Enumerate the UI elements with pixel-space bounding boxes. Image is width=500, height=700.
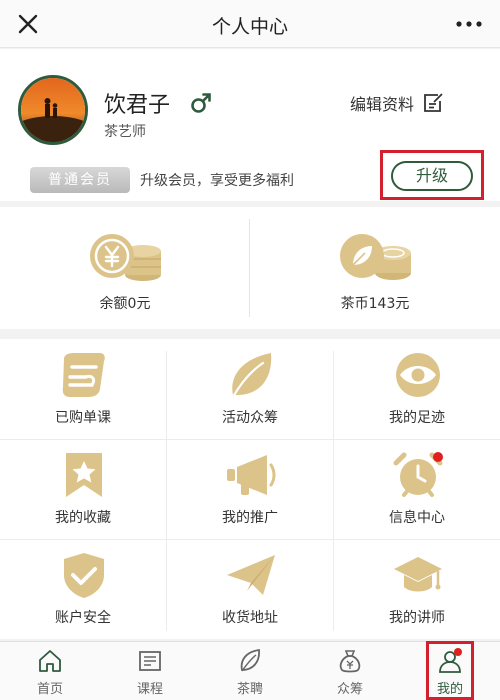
tab-label: 茶聘 xyxy=(236,682,263,697)
user-role: 茶艺师 xyxy=(104,124,146,140)
alarm-clock-icon xyxy=(393,452,443,497)
grid-item-label: 活动众筹 xyxy=(222,410,278,426)
grid-item-promotion[interactable]: 我的推广 xyxy=(167,439,333,539)
tea-coin-item[interactable]: 茶币143元 xyxy=(250,207,500,329)
edit-profile-label: 编辑资料 xyxy=(350,95,415,114)
grid-item-favorites[interactable]: 我的收藏 xyxy=(0,439,166,539)
grid-item-footprints[interactable]: 我的足迹 xyxy=(334,339,500,439)
tea-leaf-icon xyxy=(240,648,260,672)
tea-coin-label: 茶币143元 xyxy=(340,296,410,312)
member-level-badge: 普通会员 xyxy=(30,167,130,193)
avatar[interactable] xyxy=(18,75,88,145)
profile-card: 饮君子 茶艺师 编辑资料 普通会员 升级会员，享受更多福利 升级 xyxy=(0,49,500,201)
balance-label: 余额0元 xyxy=(99,296,151,312)
grid-item-label: 收货地址 xyxy=(222,610,278,626)
coins-icon xyxy=(90,234,161,281)
money-bag-icon xyxy=(339,650,361,673)
wallet-row: 余额0元 茶币143元 xyxy=(0,207,500,329)
bookmark-star-icon xyxy=(66,453,102,497)
grid-item-label: 我的推广 xyxy=(222,510,278,526)
upgrade-highlight: 升级 xyxy=(380,150,484,200)
megaphone-icon xyxy=(227,455,276,495)
tab-label: 课程 xyxy=(136,682,163,697)
page-title: 个人中心 xyxy=(211,16,288,38)
grid-item-shipping-address[interactable]: 收货地址 xyxy=(167,539,333,639)
male-icon xyxy=(191,93,211,113)
tab-crowdfunding[interactable]: 众筹 xyxy=(300,642,400,700)
grid-item-label: 我的收藏 xyxy=(55,510,111,526)
grid-item-label: 我的讲师 xyxy=(389,610,445,626)
grid-item-my-teachers[interactable]: 我的讲师 xyxy=(334,539,500,639)
tab-tea-jobs[interactable]: 茶聘 xyxy=(200,642,300,700)
top-bar: 个人中心 xyxy=(0,0,500,48)
grid-item-label: 信息中心 xyxy=(389,510,445,526)
graduation-cap-icon xyxy=(394,557,442,592)
upgrade-button[interactable]: 升级 xyxy=(391,161,473,191)
grid-item-label: 已购单课 xyxy=(55,410,111,426)
tea-coin-icon xyxy=(340,234,411,280)
leaf-icon xyxy=(231,353,272,399)
username: 饮君子 xyxy=(104,93,171,118)
feature-grid: 已购单课 活动众筹 我的足迹 我的收藏 我的推广 信息中心 账户安全 收货地址 … xyxy=(0,339,500,639)
edit-icon xyxy=(424,93,443,112)
grid-item-purchased-courses[interactable]: 已购单课 xyxy=(0,339,166,439)
tab-label: 众筹 xyxy=(336,682,363,697)
grid-item-label: 我的足迹 xyxy=(389,410,445,426)
bottom-tab-bar: 首页 课程 茶聘 众筹 我的 xyxy=(0,641,500,700)
edit-profile-button[interactable]: 编辑资料 xyxy=(350,91,444,115)
tab-home[interactable]: 首页 xyxy=(0,642,100,700)
balance-item[interactable]: 余额0元 xyxy=(0,207,250,329)
grid-item-crowdfunding[interactable]: 活动众筹 xyxy=(167,339,333,439)
grid-item-message-center[interactable]: 信息中心 xyxy=(334,439,500,539)
tab-courses[interactable]: 课程 xyxy=(100,642,200,700)
eye-icon xyxy=(396,353,440,397)
purchased-course-icon xyxy=(62,353,105,397)
grid-item-label: 账户安全 xyxy=(55,610,111,626)
more-icon[interactable] xyxy=(452,10,486,38)
shield-check-icon xyxy=(64,553,104,598)
tab-label: 首页 xyxy=(36,682,63,697)
grid-item-account-security[interactable]: 账户安全 xyxy=(0,539,166,639)
course-icon xyxy=(139,651,161,671)
tab-mine-highlight xyxy=(426,641,474,700)
member-promo-text: 升级会员，享受更多福利 xyxy=(140,173,294,189)
home-icon xyxy=(39,650,61,672)
paper-plane-icon xyxy=(227,555,275,595)
